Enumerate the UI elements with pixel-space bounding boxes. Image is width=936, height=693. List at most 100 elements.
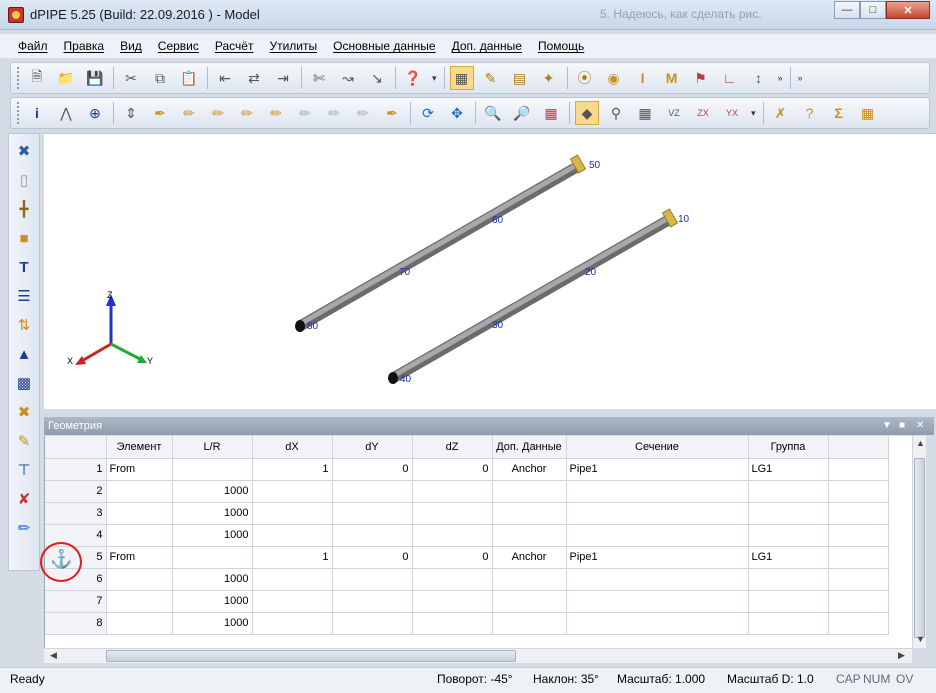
zoom-fit-icon[interactable]: ▦ (539, 101, 563, 125)
grid-cell-element[interactable] (106, 524, 173, 547)
query-icon[interactable]: ? (798, 101, 822, 125)
pipe-icon[interactable]: ■ (10, 226, 38, 250)
grid-cell-dz[interactable] (412, 480, 493, 503)
menu-calc[interactable]: Расчёт (207, 39, 262, 53)
grid-cell-element[interactable] (106, 612, 173, 635)
toolbar-grip[interactable] (17, 67, 21, 89)
flag-icon[interactable]: ⚑ (689, 66, 713, 90)
grid-cell-group[interactable] (748, 590, 829, 613)
grid-cell-dx[interactable] (252, 502, 333, 525)
grid-cell-empty[interactable] (828, 568, 889, 591)
table-row[interactable]: 1 From 1 0 0 Anchor Pipe1 LG1 (45, 458, 889, 481)
beam-tool-icon[interactable]: ✎ (10, 429, 38, 453)
grid-cell-extra[interactable]: Anchor (492, 546, 567, 569)
column-header[interactable] (828, 436, 889, 459)
chart-zx-icon[interactable]: ZX (691, 101, 715, 125)
save-icon[interactable]: 💾 (83, 66, 107, 90)
grid-cell-empty[interactable] (828, 480, 889, 503)
x-tool-icon[interactable]: ✖ (10, 400, 38, 424)
ring-icon[interactable]: ◉ (602, 66, 626, 90)
edit-icon[interactable]: ✎ (479, 66, 503, 90)
table-row[interactable]: 3 1000 (45, 502, 889, 525)
column-header[interactable]: dY (332, 436, 413, 459)
vertical-scroll-thumb[interactable] (914, 458, 925, 638)
grid-cell-lr[interactable]: 1000 (172, 480, 253, 503)
grid-cell-lr[interactable]: 1000 (172, 568, 253, 591)
grid-cell-section[interactable]: Pipe1 (566, 546, 749, 569)
column-header[interactable]: Группа (748, 436, 829, 459)
grid-cell-dy[interactable] (332, 590, 413, 613)
valve-tool-icon[interactable]: ▲ (10, 342, 38, 366)
column-header[interactable] (45, 436, 107, 459)
grid-cell-section[interactable]: Pipe1 (566, 458, 749, 481)
pencil-icon[interactable]: ✏ (177, 101, 201, 125)
grid-cell-dx[interactable] (252, 480, 333, 503)
grid-cell-dy[interactable] (332, 524, 413, 547)
minimize-button[interactable]: — (834, 1, 860, 19)
grid-cell-section[interactable] (566, 590, 749, 613)
pen5-icon[interactable]: ✏ (322, 101, 346, 125)
grid-cell-empty[interactable] (828, 458, 889, 481)
cylinder-icon[interactable]: ▯ (10, 168, 38, 192)
sum-icon[interactable]: Σ (827, 101, 851, 125)
column-header[interactable]: L/R (172, 436, 253, 459)
grid-cell-element[interactable] (106, 568, 173, 591)
pen6-icon[interactable]: ✏ (351, 101, 375, 125)
column-header[interactable]: dZ (412, 436, 493, 459)
row-number[interactable]: 3 (45, 502, 107, 525)
grid-cell-section[interactable] (566, 612, 749, 635)
grid-cell-lr[interactable]: 1000 (172, 524, 253, 547)
horizontal-scroll-thumb[interactable] (106, 650, 516, 662)
tool-icon[interactable]: ✒ (380, 101, 404, 125)
chart-vz-icon[interactable]: VZ (662, 101, 686, 125)
open-icon[interactable]: 📁 (54, 66, 78, 90)
grid-cell-dz[interactable]: 0 (412, 546, 493, 569)
menu-file[interactable]: Файл (10, 39, 56, 53)
panel-menu-icon[interactable]: ▼ (882, 417, 892, 435)
grid-cell-element[interactable]: From (106, 546, 173, 569)
grid-cell-extra[interactable] (492, 612, 567, 635)
indent-right-icon[interactable]: ⇥ (271, 66, 295, 90)
grid-cell-dz[interactable] (412, 590, 493, 613)
grid-cell-group[interactable] (748, 480, 829, 503)
cross-icon[interactable]: ✗ (769, 101, 793, 125)
table-row[interactable]: 7 1000 (45, 590, 889, 613)
tool2-icon[interactable]: ✘ (10, 487, 38, 511)
zoom-icon[interactable]: 🔎 (510, 101, 534, 125)
node-label[interactable]: 70 (399, 267, 411, 278)
grid-cell-group[interactable]: LG1 (748, 458, 829, 481)
notes-icon[interactable]: ▤ (508, 66, 532, 90)
grid-cell-element[interactable] (106, 590, 173, 613)
grid-cell-group[interactable]: LG1 (748, 546, 829, 569)
toolbar-grip[interactable] (17, 102, 21, 124)
grid-cell-element[interactable]: From (106, 458, 173, 481)
menu-service[interactable]: Сервис (150, 39, 207, 53)
node-label[interactable]: 10 (678, 214, 690, 225)
grid-cell-section[interactable] (566, 502, 749, 525)
grid-cell-dy[interactable] (332, 480, 413, 503)
grid-cell-group[interactable] (748, 612, 829, 635)
model-viewport[interactable]: 50 60 70 80 10 20 30 40 Z X Y (44, 133, 936, 409)
grid-cell-dy[interactable]: 0 (332, 458, 413, 481)
grid-cell-empty[interactable] (828, 524, 889, 547)
grid-cell-dy[interactable] (332, 568, 413, 591)
chart-yx-icon[interactable]: YX (720, 101, 744, 125)
grid-cell-extra[interactable] (492, 590, 567, 613)
column-header[interactable]: Доп. Данные (492, 436, 567, 459)
grid-cell-group[interactable] (748, 502, 829, 525)
grid-cell-empty[interactable] (828, 502, 889, 525)
row-number[interactable]: 8 (45, 612, 107, 635)
pump-icon[interactable]: ▩ (10, 371, 38, 395)
grid-cell-lr[interactable] (172, 546, 253, 569)
grid-cell-dx[interactable] (252, 612, 333, 635)
column-header[interactable]: Сечение (566, 436, 749, 459)
grid-cell-group[interactable] (748, 524, 829, 547)
spring-icon[interactable]: ✏ (10, 516, 38, 540)
node-label[interactable]: 60 (492, 215, 504, 226)
beam-i-icon[interactable]: I (631, 66, 655, 90)
graph-icon[interactable]: ↕ (747, 66, 771, 90)
grid-cell-dz[interactable]: 0 (412, 458, 493, 481)
grid-cell-dx[interactable]: 1 (252, 546, 333, 569)
grid-cell-dz[interactable] (412, 524, 493, 547)
target-icon[interactable]: ⊕ (83, 101, 107, 125)
